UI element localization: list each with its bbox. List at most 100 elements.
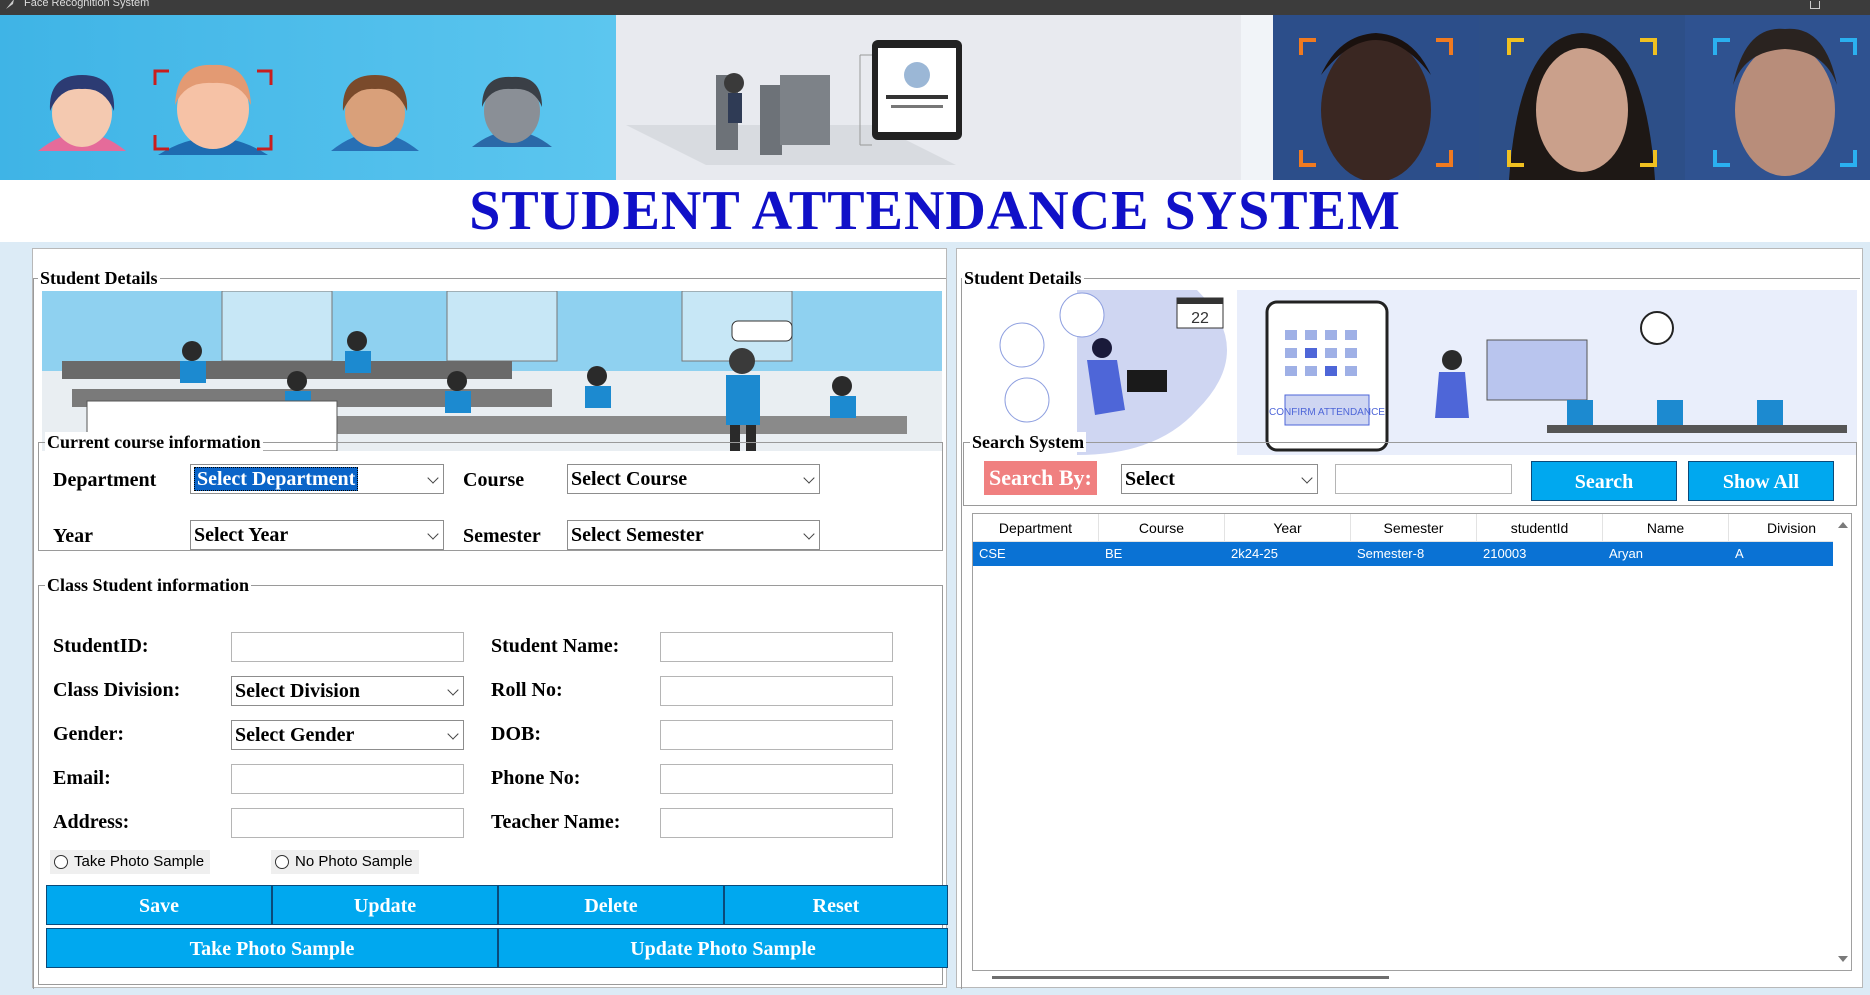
table-cell: 2k24-25: [1231, 546, 1278, 561]
semester-label: Semester: [463, 525, 541, 547]
table-header-cell[interactable]: Department: [973, 514, 1099, 542]
table-row[interactable]: CSE BE 2k24-25 Semester-8 210003 Aryan A: [973, 542, 1851, 566]
student-details-right-panel: Student Details 22 CONFIRM ATTENDANCE Se…: [956, 248, 1863, 989]
student-details-left-panel: Student Details Current course informati…: [32, 248, 948, 989]
radio-circle-icon: [54, 855, 68, 869]
class-division-value: Select Division: [235, 680, 360, 702]
email-input[interactable]: [231, 764, 464, 794]
table-cell: 210003: [1483, 546, 1527, 561]
search-by-label: Search By:: [984, 461, 1097, 495]
phone-label: Phone No:: [491, 767, 581, 789]
chevron-down-icon: [803, 472, 815, 484]
student-details-left-label: Student Details: [38, 268, 160, 288]
chevron-down-icon: [427, 528, 439, 540]
update-button[interactable]: Update: [272, 885, 498, 925]
scroll-down-icon[interactable]: [1838, 956, 1848, 962]
class-info-label: Class Student information: [45, 575, 252, 595]
search-by-combo[interactable]: Select: [1121, 464, 1318, 494]
update-photo-sample-button[interactable]: Update Photo Sample: [498, 928, 948, 968]
year-combo[interactable]: Select Year: [190, 520, 444, 550]
banner-spacer: [1241, 15, 1273, 180]
student-name-input[interactable]: [660, 632, 893, 662]
course-info-label: Current course information: [45, 432, 263, 452]
banner-face-scan-1-image: [1273, 15, 1479, 180]
table-header-cell[interactable]: Year: [1225, 514, 1351, 542]
banner: [0, 15, 1870, 180]
take-photo-sample-radio-label: Take Photo Sample: [74, 853, 205, 870]
gender-combo[interactable]: Select Gender: [231, 720, 464, 750]
take-photo-sample-button[interactable]: Take Photo Sample: [46, 928, 498, 968]
department-combo[interactable]: Select Department: [190, 464, 444, 494]
dob-input[interactable]: [660, 720, 893, 750]
no-photo-sample-radio-label: No Photo Sample: [295, 853, 413, 870]
student-table: Department Course Year Semester studentId Nam…: [972, 513, 1852, 971]
course-label: Course: [463, 469, 525, 491]
radio-circle-icon: [275, 855, 289, 869]
dob-label: DOB:: [491, 723, 541, 745]
chevron-down-icon: [803, 528, 815, 540]
maximize-icon[interactable]: [1810, 1, 1820, 9]
banner-face-scan-2-image: [1479, 15, 1685, 180]
chevron-down-icon: [1301, 472, 1313, 484]
table-header-cell[interactable]: Semester: [1351, 514, 1477, 542]
table-header-cell[interactable]: studentId: [1477, 514, 1603, 542]
course-combo[interactable]: Select Course: [567, 464, 820, 494]
table-header-cell[interactable]: Course: [1099, 514, 1225, 542]
gender-label: Gender:: [53, 723, 125, 745]
course-value: Select Course: [571, 468, 688, 490]
window-titlebar: Face Recognition System: [0, 0, 1870, 15]
department-label: Department: [53, 469, 157, 491]
year-value: Select Year: [194, 524, 289, 546]
search-button[interactable]: Search: [1531, 461, 1677, 501]
search-input[interactable]: [1335, 464, 1512, 494]
table-cell: Semester-8: [1357, 546, 1425, 561]
chevron-down-icon: [447, 728, 459, 740]
delete-button[interactable]: Delete: [498, 885, 724, 925]
address-label: Address:: [53, 811, 130, 833]
banner-face-icons-image: [0, 15, 616, 180]
banner-face-scan-3-image: [1685, 15, 1870, 180]
student-details-right-label: Student Details: [962, 268, 1084, 288]
chevron-down-icon: [447, 684, 459, 696]
vertical-scrollbar[interactable]: [1833, 514, 1851, 970]
class-division-combo[interactable]: Select Division: [231, 676, 464, 706]
address-input[interactable]: [231, 808, 464, 838]
phone-input[interactable]: [660, 764, 893, 794]
semester-combo[interactable]: Select Semester: [567, 520, 820, 550]
horizontal-scrollbar-thumb[interactable]: [992, 976, 1389, 979]
gender-value: Select Gender: [235, 724, 355, 746]
email-label: Email:: [53, 767, 111, 789]
teacher-name-input[interactable]: [660, 808, 893, 838]
semester-value: Select Semester: [571, 524, 704, 546]
workspace: Student Details Current course informati…: [0, 242, 1870, 995]
student-id-label: StudentID:: [53, 635, 149, 657]
search-system-label: Search System: [970, 432, 1087, 452]
page-title: STUDENT ATTENDANCE SYSTEM: [0, 180, 1870, 242]
show-all-button[interactable]: Show All: [1688, 461, 1834, 501]
roll-no-label: Roll No:: [491, 679, 563, 701]
feather-icon: [6, 0, 14, 9]
department-value: Select Department: [194, 467, 359, 491]
table-cell: Aryan: [1609, 546, 1643, 561]
table-cell: CSE: [979, 546, 1006, 561]
year-label: Year: [53, 525, 93, 547]
calendar-day: 22: [1191, 310, 1209, 327]
student-id-input[interactable]: [231, 632, 464, 662]
scroll-up-icon[interactable]: [1838, 522, 1848, 528]
table-cell: BE: [1105, 546, 1123, 561]
class-division-label: Class Division:: [53, 679, 181, 701]
window-title: Face Recognition System: [24, 0, 150, 9]
no-photo-sample-radio[interactable]: No Photo Sample: [271, 850, 419, 874]
reset-button[interactable]: Reset: [724, 885, 948, 925]
chevron-down-icon: [427, 472, 439, 484]
take-photo-sample-radio[interactable]: Take Photo Sample: [50, 850, 211, 874]
student-name-label: Student Name:: [491, 635, 620, 657]
classroom-image: [42, 291, 942, 451]
roll-no-input[interactable]: [660, 676, 893, 706]
teacher-name-label: Teacher Name:: [491, 811, 621, 833]
banner-turnstile-image: [616, 15, 1241, 180]
table-header-cell[interactable]: Name: [1603, 514, 1729, 542]
confirm-attendance-text: CONFIRM ATTENDANCE: [1269, 407, 1385, 418]
save-button[interactable]: Save: [46, 885, 272, 925]
attendance-illustration-image: 22 CONFIRM ATTENDANCE: [967, 290, 1857, 455]
